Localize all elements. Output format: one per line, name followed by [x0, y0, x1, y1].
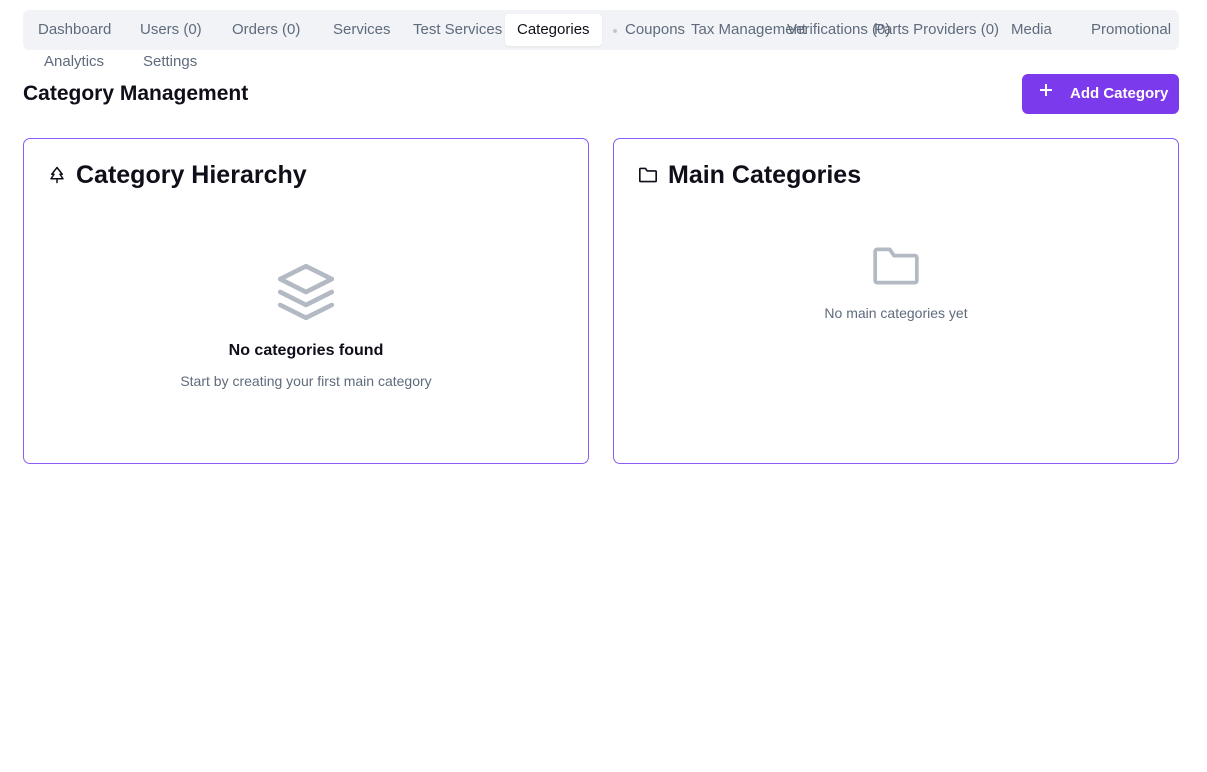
- category-hierarchy-card: Category Hierarchy No categories found S…: [23, 138, 589, 464]
- folder-icon: [873, 247, 919, 285]
- category-hierarchy-title: Category Hierarchy: [76, 161, 307, 189]
- main-categories-header: Main Categories: [638, 161, 861, 189]
- main-categories-title: Main Categories: [668, 161, 862, 189]
- tab-categories[interactable]: Categories: [505, 14, 602, 46]
- folder-icon: [638, 167, 657, 183]
- tab-services[interactable]: Services: [333, 20, 391, 40]
- tab-orders[interactable]: Orders (0): [232, 20, 300, 40]
- tab-settings[interactable]: Settings: [143, 52, 197, 72]
- tab-promotional[interactable]: Promotional: [1091, 20, 1171, 40]
- tab-test-services[interactable]: Test Services: [413, 20, 502, 40]
- add-category-button[interactable]: Add Category: [1022, 74, 1179, 114]
- page-title: Category Management: [23, 82, 249, 105]
- plus-icon: [1040, 84, 1052, 96]
- tab-coupons[interactable]: Coupons: [625, 20, 685, 40]
- tab-parts-providers[interactable]: Parts Providers (0): [874, 20, 999, 40]
- tab-users[interactable]: Users (0): [140, 20, 202, 40]
- tab-media[interactable]: Media: [1011, 20, 1052, 40]
- category-hierarchy-header: Category Hierarchy: [48, 161, 307, 189]
- tab-analytics[interactable]: Analytics: [44, 52, 104, 72]
- empty-state-subtitle: Start by creating your first main catego…: [180, 373, 432, 389]
- add-category-label: Add Category: [1070, 85, 1169, 102]
- layers-icon: [277, 263, 335, 321]
- main-empty-icon-wrap: [614, 243, 1178, 294]
- empty-state-title: No categories found: [228, 342, 384, 359]
- main-categories-empty-text: No main categories yet: [824, 305, 968, 321]
- tab-separator-dot: [613, 29, 617, 33]
- tree-icon: [50, 166, 64, 184]
- tab-dashboard[interactable]: Dashboard: [38, 20, 111, 40]
- hierarchy-empty-icon-wrap: [24, 261, 588, 328]
- main-categories-card: Main Categories No main categories yet: [613, 138, 1179, 464]
